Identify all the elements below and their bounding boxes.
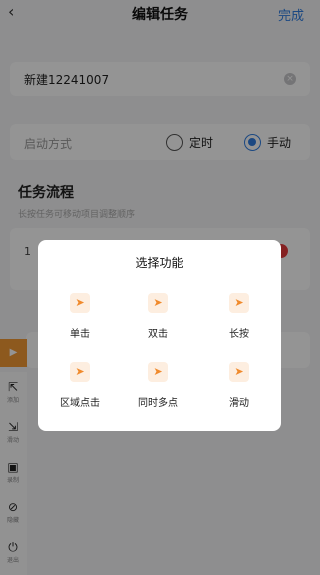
function-multi-tap[interactable]: ➤ 同时多点 — [118, 362, 198, 409]
function-double-tap[interactable]: ➤ 双击 — [118, 293, 198, 340]
function-swipe[interactable]: ➤ 滑动 — [199, 362, 279, 409]
dialog-title: 选择功能 — [135, 256, 184, 270]
function-label: 长按 — [229, 329, 249, 340]
function-label: 区域点击 — [60, 398, 100, 409]
tap-icon: ➤ — [70, 293, 90, 313]
area-tap-icon: ➤ — [70, 362, 90, 382]
function-label: 滑动 — [229, 398, 249, 409]
function-label: 单击 — [70, 329, 90, 340]
function-label: 同时多点 — [138, 398, 178, 409]
select-function-dialog: 选择功能 ➤ 单击 ➤ 双击 ➤ 长按 ➤ 区域点击 ➤ 同时多点 ➤ 滑动 — [38, 240, 281, 431]
double-tap-icon: ➤ — [148, 293, 168, 313]
long-press-icon: ➤ — [229, 293, 249, 313]
multi-tap-icon: ➤ — [148, 362, 168, 382]
function-label: 双击 — [148, 329, 168, 340]
function-long-press[interactable]: ➤ 长按 — [199, 293, 279, 340]
function-tap[interactable]: ➤ 单击 — [40, 293, 120, 340]
swipe-icon: ➤ — [229, 362, 249, 382]
function-area-tap[interactable]: ➤ 区域点击 — [40, 362, 120, 409]
